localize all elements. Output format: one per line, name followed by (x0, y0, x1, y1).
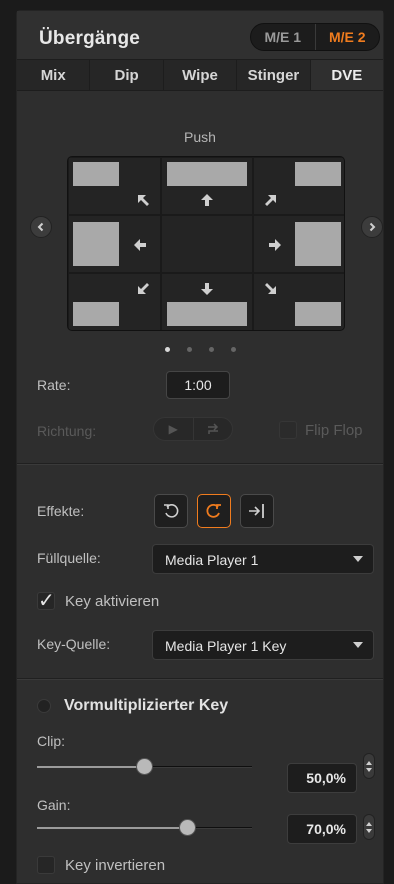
tab-dip[interactable]: Dip (90, 60, 164, 90)
checkmark-icon: ✓ (38, 590, 55, 612)
clip-slider[interactable] (37, 758, 252, 775)
panel-header: Übergänge M/E 1 M/E 2 (17, 11, 383, 59)
gain-value-input[interactable]: 70,0% (287, 814, 357, 844)
arrow-down-left-icon (138, 283, 149, 294)
key-source-value: Media Player 1 Key (165, 638, 287, 654)
arrow-right-icon (269, 239, 281, 251)
section-divider (17, 678, 383, 679)
pattern-name: Push (184, 129, 216, 145)
direction-cell-center (161, 215, 253, 273)
clip-slider-knob[interactable] (136, 758, 153, 775)
direction-cell-bottom-right[interactable] (253, 273, 344, 330)
reverse-icon (194, 418, 233, 440)
arrow-down-icon (201, 283, 213, 295)
page-dot[interactable] (230, 347, 236, 352)
direction-cell-top-right[interactable] (253, 157, 344, 215)
arrow-right-bar-icon (249, 504, 264, 518)
caret-down-icon (353, 642, 363, 648)
direction-cell-top[interactable] (161, 157, 253, 215)
fill-source-label: Füllquelle: (37, 550, 101, 566)
clip-slider-fill (37, 766, 145, 768)
arrow-left-icon (134, 239, 146, 251)
arrow-up-left-icon (138, 195, 149, 206)
key-enable-checkbox[interactable]: ✓ (37, 590, 55, 612)
caret-down-icon (353, 556, 363, 562)
me-selector: M/E 1 M/E 2 (250, 23, 380, 51)
direction-cell-right[interactable] (253, 215, 344, 273)
rotate-ccw-button[interactable] (154, 494, 188, 528)
preview-rect (295, 162, 341, 186)
direction-cell-bottom-left[interactable] (68, 273, 161, 330)
gain-slider[interactable] (37, 819, 252, 836)
direction-cell-left[interactable] (68, 215, 161, 273)
arrow-up-right-icon (265, 195, 276, 206)
page-dot[interactable] (186, 347, 192, 352)
page-dot[interactable] (208, 347, 214, 352)
rate-input[interactable]: 1:00 (166, 371, 230, 399)
key-enable-label: Key aktivieren (65, 593, 160, 610)
tab-mix[interactable]: Mix (17, 60, 91, 90)
fill-source-select[interactable]: Media Player 1 (152, 544, 374, 574)
gain-slider-fill (37, 827, 188, 829)
rotate-cw-icon (206, 503, 221, 518)
stepper-up-icon[interactable] (366, 821, 372, 826)
arrow-right-bar-button[interactable] (240, 494, 274, 528)
premultiplied-key-toggle[interactable] (37, 699, 51, 713)
direction-label: Richtung: (37, 423, 97, 439)
clip-label: Clip: (37, 733, 66, 749)
dve-direction-grid (67, 156, 345, 331)
key-invert-label: Key invertieren (65, 857, 166, 874)
clip-stepper[interactable] (363, 753, 375, 779)
preview-rect (167, 162, 247, 186)
preview-rect (73, 162, 119, 186)
key-source-select[interactable]: Media Player 1 Key (152, 630, 374, 660)
key-invert-checkbox[interactable] (37, 856, 55, 874)
preview-rect (295, 222, 341, 266)
tab-wipe[interactable]: Wipe (164, 60, 238, 90)
direction-toggle: ▶ (153, 417, 233, 441)
direction-cell-bottom[interactable] (161, 273, 253, 330)
stepper-down-icon[interactable] (366, 828, 372, 833)
clip-value-input[interactable]: 50,0% (287, 763, 357, 793)
direction-cell-top-left[interactable] (68, 157, 161, 215)
rotate-ccw-icon (164, 504, 179, 518)
page-dot[interactable] (164, 347, 170, 352)
effects-label: Effekte: (37, 503, 85, 519)
tab-stinger[interactable]: Stinger (237, 60, 311, 90)
chevron-left-icon[interactable] (30, 216, 52, 238)
premultiplied-key-label: Vormultiplizierter Key (64, 697, 229, 714)
preview-rect (295, 302, 341, 326)
fill-source-value: Media Player 1 (165, 552, 259, 568)
gain-stepper[interactable] (363, 814, 375, 840)
preview-rect (167, 302, 247, 326)
play-forward-icon: ▶ (168, 422, 178, 436)
me1-button[interactable]: M/E 1 (251, 24, 315, 50)
pattern-page-indicator (17, 347, 383, 352)
key-source-label: Key-Quelle: (37, 636, 111, 652)
chevron-right-icon[interactable] (361, 216, 383, 238)
rotate-cw-button[interactable] (197, 494, 231, 528)
transition-tabs: Mix Dip Wipe Stinger DVE (17, 59, 384, 91)
tab-dve[interactable]: DVE (310, 60, 384, 90)
gain-label: Gain: (37, 797, 71, 813)
flip-flop-label: Flip Flop (305, 422, 363, 439)
preview-rect (73, 302, 119, 326)
flip-flop-checkbox (279, 421, 297, 439)
rate-label: Rate: (37, 377, 71, 393)
preview-rect (73, 222, 119, 266)
stepper-down-icon[interactable] (366, 767, 372, 772)
arrow-up-icon (201, 194, 213, 206)
section-divider (17, 463, 383, 464)
transitions-panel: Übergänge M/E 1 M/E 2 Mix Dip Wipe Sting… (16, 10, 384, 884)
stepper-up-icon[interactable] (366, 760, 372, 765)
panel-title: Übergänge (39, 28, 141, 49)
me2-button[interactable]: M/E 2 (316, 24, 380, 50)
arrow-down-right-icon (265, 283, 276, 294)
gain-slider-knob[interactable] (179, 819, 196, 836)
